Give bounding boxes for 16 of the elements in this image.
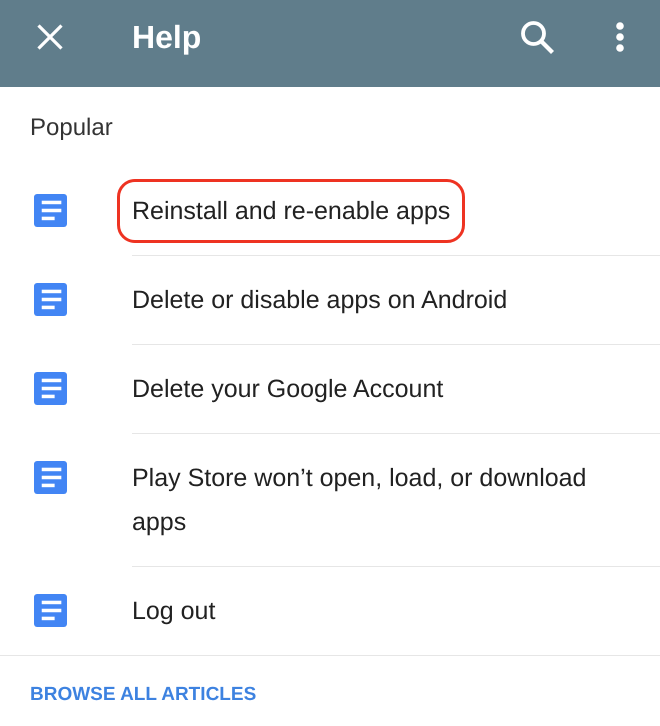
document-icon bbox=[34, 461, 67, 494]
close-icon bbox=[37, 24, 63, 50]
search-icon bbox=[520, 20, 554, 54]
section-heading: Popular bbox=[30, 113, 113, 143]
article-link[interactable]: Log out bbox=[132, 589, 620, 633]
app-bar-title: Help bbox=[132, 18, 202, 57]
article-link[interactable]: Delete your Google Account bbox=[132, 367, 620, 411]
browse-all-articles-link[interactable]: BROWSE ALL ARTICLES bbox=[30, 683, 256, 707]
document-icon bbox=[34, 372, 67, 405]
document-icon bbox=[34, 283, 67, 316]
document-icon bbox=[34, 594, 67, 627]
document-icon bbox=[34, 194, 67, 227]
article-link[interactable]: Delete or disable apps on Android bbox=[132, 278, 620, 322]
article-link[interactable]: Reinstall and re-enable apps bbox=[132, 189, 450, 233]
article-link[interactable]: Play Store won’t open, load, or download apps bbox=[132, 456, 620, 544]
more-options-icon bbox=[616, 22, 624, 52]
